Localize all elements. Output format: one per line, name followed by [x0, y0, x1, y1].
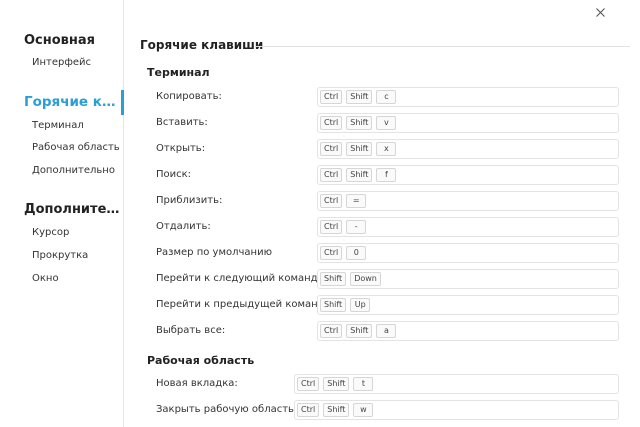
shortcut-field-new-tab[interactable]: Ctrl Shift t [294, 374, 619, 394]
shortcut-label-close-workspace: Закрыть рабочую область: [156, 404, 298, 415]
title-divider [256, 46, 630, 47]
key-cap: Ctrl [320, 220, 343, 234]
sidebar-group-general[interactable]: Основная [24, 33, 122, 48]
shortcut-field-paste[interactable]: Ctrl Shift v [317, 113, 619, 133]
active-indicator [121, 90, 124, 115]
shortcut-label-new-tab: Новая вкладка: [156, 378, 238, 389]
section-title-workspace: Рабочая область [147, 354, 255, 367]
key-cap: Shift [323, 377, 350, 391]
key-cap: x [376, 142, 397, 156]
key-cap: a [376, 324, 397, 338]
key-cap: Ctrl [297, 403, 320, 417]
key-cap: f [376, 168, 397, 182]
key-cap: Shift [346, 90, 373, 104]
shortcut-field-open[interactable]: Ctrl Shift x [317, 139, 619, 159]
shortcut-field-next-command[interactable]: Shift Down [317, 269, 619, 289]
key-cap: Shift [323, 403, 350, 417]
shortcut-field-zoom-in[interactable]: Ctrl = [317, 191, 619, 211]
key-cap: Up [350, 298, 371, 312]
shortcut-field-search[interactable]: Ctrl Shift f [317, 165, 619, 185]
key-cap: Shift [346, 324, 373, 338]
section-title-terminal: Терминал [147, 66, 210, 79]
shortcut-field-close-workspace[interactable]: Ctrl Shift w [294, 400, 619, 420]
key-cap: t [353, 377, 374, 391]
shortcut-label-prev-command: Перейти к предыдущей команде: [156, 299, 335, 310]
key-cap: v [376, 116, 397, 130]
key-cap: Ctrl [320, 194, 343, 208]
key-cap: Ctrl [320, 142, 343, 156]
shortcut-label-zoom-out: Отдалить: [156, 221, 211, 232]
shortcut-label-next-command: Перейти к следующий команде: [156, 273, 328, 284]
sidebar-item-terminal[interactable]: Терминал [32, 120, 84, 131]
shortcut-field-zoom-out[interactable]: Ctrl - [317, 217, 619, 237]
key-cap: c [376, 90, 397, 104]
close-icon [595, 8, 605, 17]
sidebar-group-hotkeys[interactable]: Горячие клав... [24, 94, 122, 110]
shortcut-label-open: Открыть: [156, 143, 206, 154]
sidebar-item-scrolling[interactable]: Прокрутка [32, 250, 88, 261]
key-cap: Ctrl [320, 324, 343, 338]
key-cap: Ctrl [297, 377, 320, 391]
sidebar-item-advanced[interactable]: Дополнительно [32, 165, 115, 176]
shortcut-label-copy: Копировать: [156, 91, 222, 102]
key-cap: Ctrl [320, 90, 343, 104]
sidebar-group-extra[interactable]: Дополнитель... [24, 202, 122, 217]
shortcut-field-prev-command[interactable]: Shift Up [317, 295, 619, 315]
key-cap: Ctrl [320, 168, 343, 182]
key-cap: Down [350, 272, 381, 286]
key-cap: Ctrl [320, 116, 343, 130]
shortcut-label-select-all: Выбрать все: [156, 325, 226, 336]
sidebar-item-interface[interactable]: Интерфейс [32, 57, 91, 68]
shortcut-label-paste: Вставить: [156, 117, 208, 128]
key-cap: Shift [346, 168, 373, 182]
sidebar-item-cursor[interactable]: Курсор [32, 227, 69, 238]
page-title: Горячие клавиши [140, 38, 264, 52]
key-cap: Shift [346, 116, 373, 130]
shortcut-label-zoom-in: Приблизить: [156, 195, 223, 206]
shortcut-label-search: Поиск: [156, 169, 192, 180]
sidebar-item-window[interactable]: Окно [32, 273, 59, 284]
settings-sidebar: Основная Интерфейс Горячие клав... Терми… [0, 0, 124, 427]
sidebar-item-workspace[interactable]: Рабочая область [32, 142, 120, 153]
key-cap: Ctrl [320, 246, 343, 260]
key-cap: Shift [320, 298, 347, 312]
shortcut-label-zoom-reset: Размер по умолчанию [156, 247, 272, 258]
shortcut-field-copy[interactable]: Ctrl Shift c [317, 87, 619, 107]
key-cap: - [346, 220, 367, 234]
shortcut-field-select-all[interactable]: Ctrl Shift a [317, 321, 619, 341]
key-cap: = [346, 194, 367, 208]
close-button[interactable] [592, 5, 608, 21]
key-cap: 0 [346, 246, 367, 260]
shortcut-field-zoom-reset[interactable]: Ctrl 0 [317, 243, 619, 263]
key-cap: w [353, 403, 374, 417]
key-cap: Shift [320, 272, 347, 286]
key-cap: Shift [346, 142, 373, 156]
